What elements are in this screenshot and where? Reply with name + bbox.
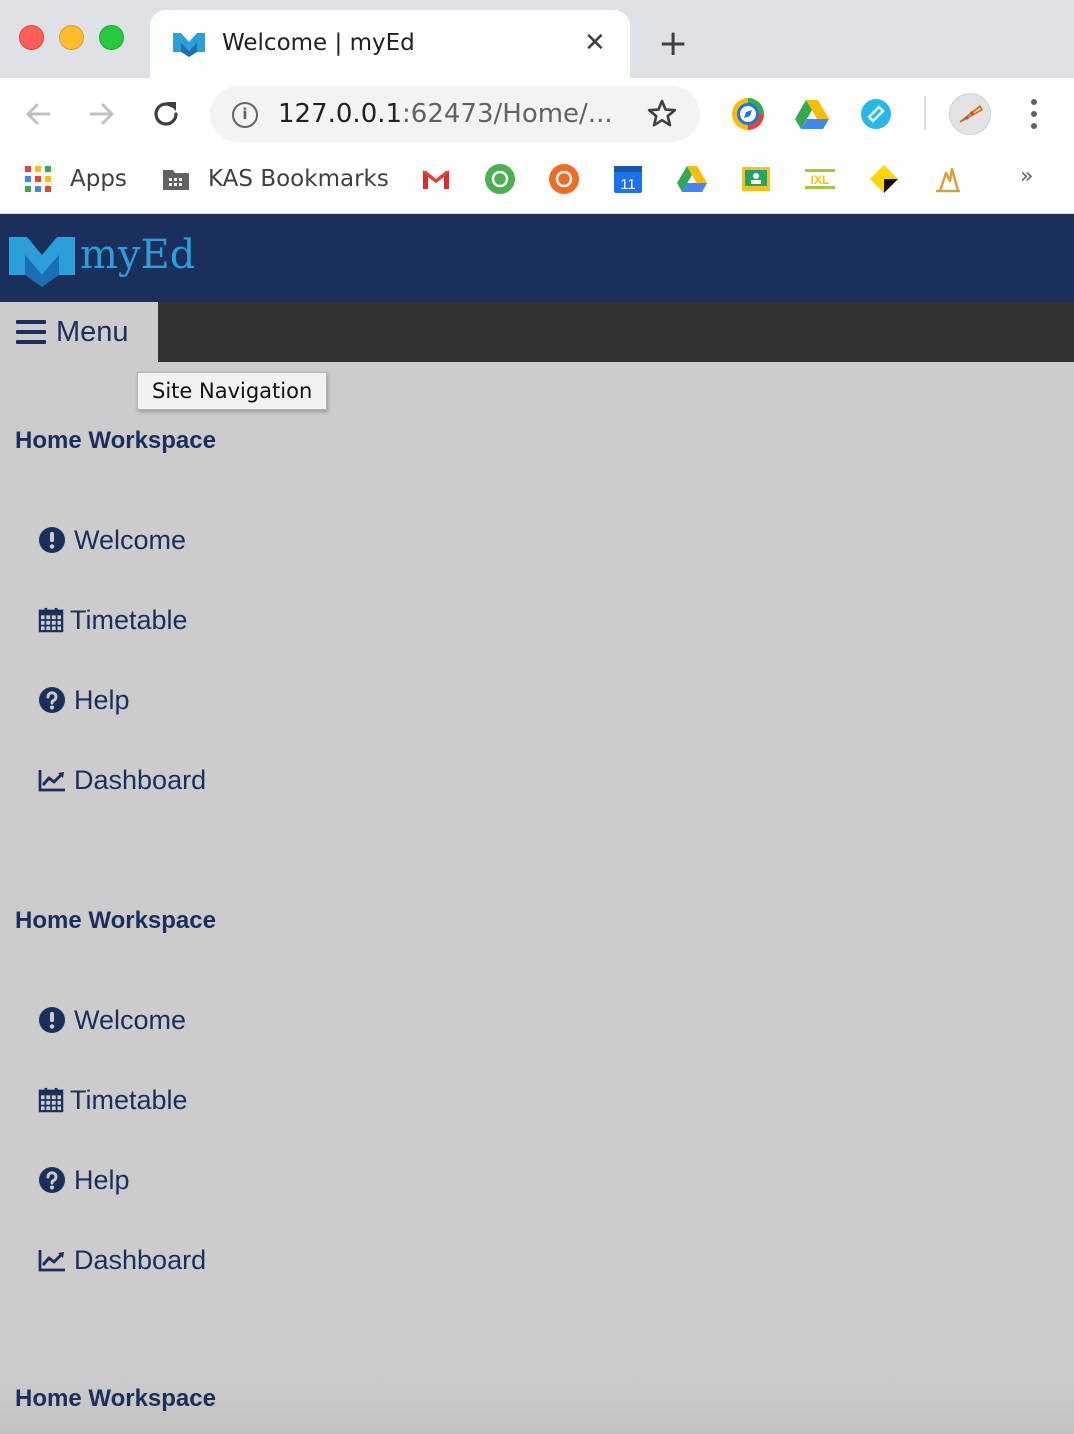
site-header: myEd xyxy=(0,214,1074,302)
menu-label: Menu xyxy=(56,315,129,348)
yellow-diamond-icon xyxy=(870,165,898,193)
flame-icon xyxy=(936,167,960,193)
line-chart-icon xyxy=(38,770,65,792)
bookmark-green-circle[interactable] xyxy=(484,162,516,196)
logo-text[interactable]: myEd xyxy=(80,232,195,278)
calendar-icon xyxy=(38,1087,64,1113)
question-circle-icon xyxy=(39,1167,65,1193)
exclamation-circle-icon xyxy=(39,1007,65,1033)
bookmark-gmail[interactable] xyxy=(420,162,452,196)
nav-item-welcome[interactable]: Welcome xyxy=(38,523,186,557)
new-tab-button[interactable]: + xyxy=(658,26,688,62)
bookmark-apps[interactable]: Apps xyxy=(22,162,127,196)
maximize-window-button[interactable] xyxy=(99,25,124,50)
info-icon[interactable]: i xyxy=(232,102,258,128)
bookmark-drive[interactable] xyxy=(676,162,708,196)
myed-favicon-icon xyxy=(173,33,205,57)
extension-drive-icon[interactable] xyxy=(793,95,831,133)
bookmark-folder-kas[interactable]: KAS Bookmarks xyxy=(160,162,389,196)
toolbar-separator xyxy=(924,96,926,130)
menu-bar: Menu xyxy=(0,302,1074,362)
address-bar[interactable]: i 127.0.0.1:62473/Home/... xyxy=(210,86,700,142)
section-title: Home Workspace xyxy=(15,427,216,454)
url-text[interactable]: 127.0.0.1:62473/Home/... xyxy=(278,99,613,129)
nav-item-timetable[interactable]: Timetable xyxy=(38,603,188,637)
reload-button[interactable] xyxy=(144,92,188,136)
section-title: Home Workspace xyxy=(15,907,216,934)
nav-item-help[interactable]: Help xyxy=(38,1163,130,1197)
svg-text:11: 11 xyxy=(620,176,636,193)
ixl-icon: IXL xyxy=(805,169,835,189)
bookmark-classroom[interactable] xyxy=(740,162,772,196)
bookmark-diamond[interactable] xyxy=(868,162,900,196)
orange-q-icon xyxy=(549,164,579,194)
browser-tabstrip: Welcome | myEd ✕ + xyxy=(0,0,1074,78)
bookmark-orange-circle[interactable] xyxy=(548,162,580,196)
extension-compass-icon[interactable] xyxy=(729,95,767,133)
hamburger-icon xyxy=(16,320,46,344)
myed-logo-icon[interactable] xyxy=(7,233,77,288)
folder-icon xyxy=(163,170,189,190)
section-title: Home Workspace xyxy=(15,1385,216,1412)
bookmark-calendar[interactable]: 11 xyxy=(612,162,644,196)
line-chart-icon xyxy=(38,1250,65,1272)
gmail-icon xyxy=(422,170,450,189)
nav-item-help[interactable]: Help xyxy=(38,683,130,717)
profile-avatar[interactable] xyxy=(949,93,991,135)
nav-item-welcome[interactable]: Welcome xyxy=(38,1003,186,1037)
arrow-left-icon xyxy=(26,103,51,125)
nav-item-timetable[interactable]: Timetable xyxy=(38,1083,188,1117)
back-button[interactable] xyxy=(16,92,60,136)
pizza-icon xyxy=(959,104,983,123)
drive-icon xyxy=(677,166,707,192)
browser-toolbar: i 127.0.0.1:62473/Home/... xyxy=(0,78,1074,150)
menu-button[interactable]: Menu xyxy=(0,302,158,362)
apps-grid-icon xyxy=(25,166,51,192)
bookmark-ixl[interactable]: IXL xyxy=(804,162,836,196)
nav-item-dashboard[interactable]: Dashboard xyxy=(38,1243,206,1277)
extension-link-icon[interactable] xyxy=(857,95,895,133)
tab-close-icon[interactable]: ✕ xyxy=(584,28,606,58)
exclamation-circle-icon xyxy=(39,527,65,553)
classroom-icon xyxy=(742,167,770,191)
calendar-app-icon: 11 xyxy=(614,166,642,193)
nav-item-dashboard[interactable]: Dashboard xyxy=(38,763,206,797)
browser-tab-active[interactable]: Welcome | myEd ✕ xyxy=(150,10,630,78)
bookmark-star-icon[interactable] xyxy=(646,98,678,130)
tab-title: Welcome | myEd xyxy=(222,30,415,56)
close-window-button[interactable] xyxy=(19,25,44,50)
forward-button[interactable] xyxy=(80,92,124,136)
bookmarks-overflow-icon[interactable]: » xyxy=(1020,164,1033,189)
calendar-icon xyxy=(38,607,64,633)
arrow-right-icon xyxy=(89,103,114,125)
site-navigation-tooltip: Site Navigation xyxy=(137,372,328,410)
question-circle-icon xyxy=(39,687,65,713)
minimize-window-button[interactable] xyxy=(59,25,84,50)
bookmark-sda[interactable] xyxy=(932,162,964,196)
reload-icon xyxy=(154,102,178,126)
browser-menu-icon[interactable] xyxy=(1022,96,1046,132)
svg-text:IXL: IXL xyxy=(811,173,830,187)
green-q-icon xyxy=(485,164,515,194)
bookmarks-bar: Apps KAS Bookmarks 11 IXL » xyxy=(0,150,1074,214)
